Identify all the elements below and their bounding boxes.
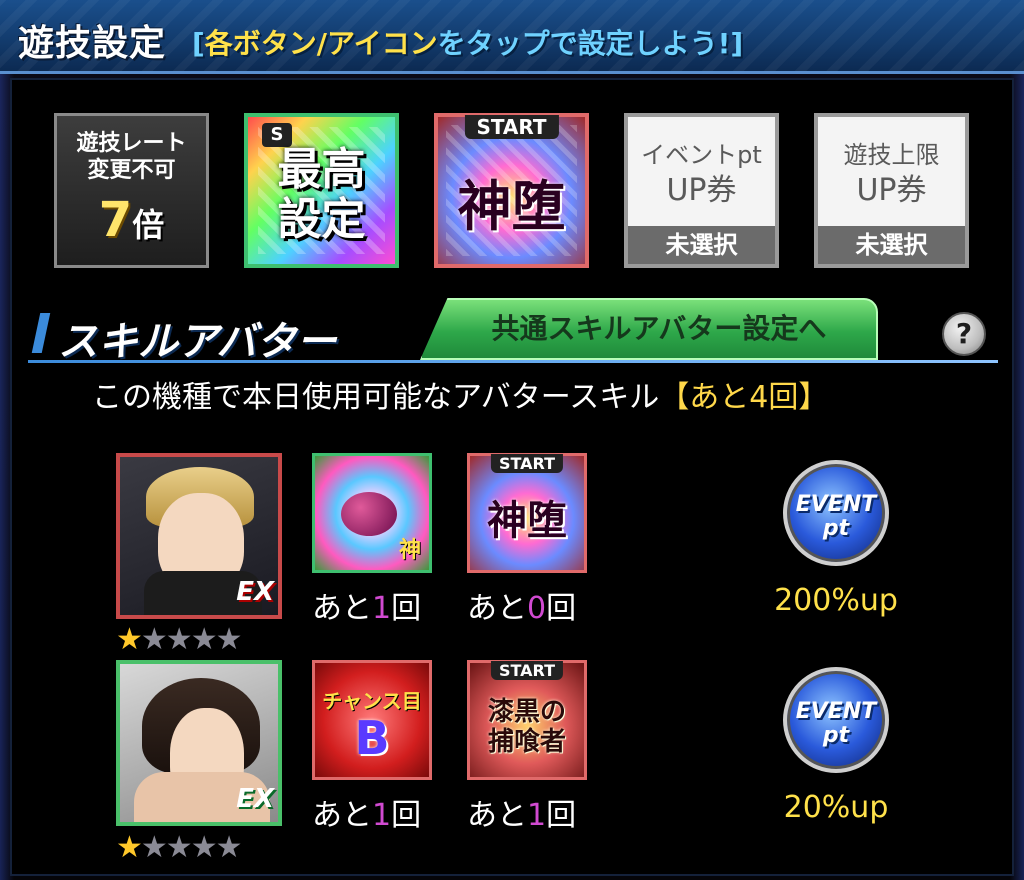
start-tag: START	[490, 454, 564, 473]
limit-ticket-label: 遊技上限 UP券	[818, 137, 965, 209]
remain-suffix: 回	[546, 798, 577, 833]
rate-multiplier: 7倍	[57, 192, 206, 248]
skill-remaining-2b: あと1回	[467, 790, 576, 834]
star-icon: ★★★★	[140, 830, 243, 865]
limit-ticket-button[interactable]: 遊技上限 UP券 未選択	[814, 113, 969, 268]
skill-icon-grape[interactable]: 神	[312, 453, 432, 573]
skill-remaining-1b: あと0回	[467, 583, 576, 627]
remain-suffix: 回	[391, 798, 422, 833]
avatar-portrait-1[interactable]: EX	[116, 453, 282, 619]
skill-remaining-2a: あと1回	[312, 790, 421, 834]
remain-count: 1	[527, 798, 547, 833]
star-icon: ★	[116, 622, 143, 657]
limit-ticket-line1: 遊技上限	[843, 141, 940, 169]
rate-tile: 遊技レート 変更不可 7倍	[54, 113, 209, 268]
skill-label: チャンス目	[322, 689, 422, 713]
event-bonus-value: 20%up	[783, 790, 889, 825]
pt-label: pt	[822, 723, 850, 748]
skill-grade: B	[354, 711, 390, 765]
page-title: 遊技設定	[18, 23, 167, 64]
remain-suffix: 回	[391, 591, 422, 626]
avatar-stars-2: ★★★★★	[116, 830, 243, 865]
ex-badge: EX	[236, 577, 274, 607]
start-tag: START	[490, 661, 564, 680]
header-bar: 遊技設定 [各ボタン/アイコンをタップで設定しよう!]	[0, 0, 1024, 74]
rate-label: 遊技レート 変更不可	[57, 130, 206, 184]
event-ticket-label: イベントpt UP券	[628, 137, 775, 209]
grape-icon	[341, 492, 397, 536]
event-pt-ticket-button[interactable]: イベントpt UP券 未選択	[624, 113, 779, 268]
instruction-bracket: [	[192, 27, 205, 60]
start-tile-label: 神堕	[457, 175, 566, 238]
rate-unit: 倍	[132, 206, 165, 244]
rate-label-line2: 変更不可	[87, 158, 176, 183]
pt-label: pt	[822, 516, 850, 541]
help-icon[interactable]: ?	[942, 312, 986, 356]
skill-label: 神	[398, 538, 421, 563]
limit-ticket-line2: UP券	[856, 173, 927, 208]
event-label: EVENT	[795, 492, 877, 517]
ex-badge: EX	[236, 784, 274, 814]
usable-skill-label: この機種で本日使用可能なアバタースキル	[92, 380, 660, 415]
avatar-portrait-2[interactable]: EX	[116, 660, 282, 826]
event-ticket-line1: イベントpt	[641, 141, 762, 169]
event-pt-icon: EVENT pt	[783, 460, 889, 566]
section-underline	[28, 360, 998, 363]
star-icon: ★	[116, 830, 143, 865]
event-bonus-value: 200%up	[774, 583, 898, 618]
skill-label: 神堕	[487, 498, 567, 544]
remain-prefix: あと	[312, 798, 372, 833]
avatar-stars-1: ★★★★★	[116, 622, 243, 657]
instruction-rest: をタップで設定しよう!]	[437, 27, 744, 60]
section-title: スキルアバター	[58, 319, 337, 365]
skill-label: 漆黒の捕喰者	[487, 697, 566, 757]
setting-tile-label: 最高設定	[277, 144, 366, 245]
skill-remaining-1a: あと1回	[312, 583, 421, 627]
skill-icon-chance[interactable]: チャンス目 B	[312, 660, 432, 780]
section-marker	[31, 313, 51, 353]
header-instruction: [各ボタン/アイコンをタップで設定しよう!]	[192, 22, 743, 62]
remain-count: 0	[527, 591, 547, 626]
rate-label-line1: 遊技レート	[76, 131, 187, 156]
usable-skill-text: この機種で本日使用可能なアバタースキル【あと4回】	[92, 372, 828, 416]
remain-count: 1	[372, 591, 392, 626]
event-ticket-line2: UP券	[666, 173, 737, 208]
limit-ticket-status: 未選択	[818, 226, 965, 264]
event-pt-icon: EVENT pt	[783, 667, 889, 773]
star-icon: ★★★★	[140, 622, 243, 657]
remain-suffix: 回	[546, 591, 577, 626]
start-tile-button[interactable]: START 神堕	[434, 113, 589, 268]
remain-prefix: あと	[467, 798, 527, 833]
remain-prefix: あと	[312, 591, 372, 626]
event-ticket-status: 未選択	[628, 226, 775, 264]
skill-icon-start[interactable]: START 神堕	[467, 453, 587, 573]
remain-count: 1	[372, 798, 392, 833]
start-tag: START	[464, 115, 559, 139]
event-label: EVENT	[795, 699, 877, 724]
instruction-highlight: 各ボタン/アイコン	[204, 27, 438, 60]
common-skill-avatar-button[interactable]: 共通スキルアバター設定へ	[420, 298, 878, 360]
remaining-count: 【あと4回】	[659, 380, 829, 415]
skill-icon-start-dark[interactable]: START 漆黒の捕喰者	[467, 660, 587, 780]
remain-prefix: あと	[467, 591, 527, 626]
rate-value: 7	[98, 192, 133, 248]
setting-tile-button[interactable]: S 最高設定	[244, 113, 399, 268]
